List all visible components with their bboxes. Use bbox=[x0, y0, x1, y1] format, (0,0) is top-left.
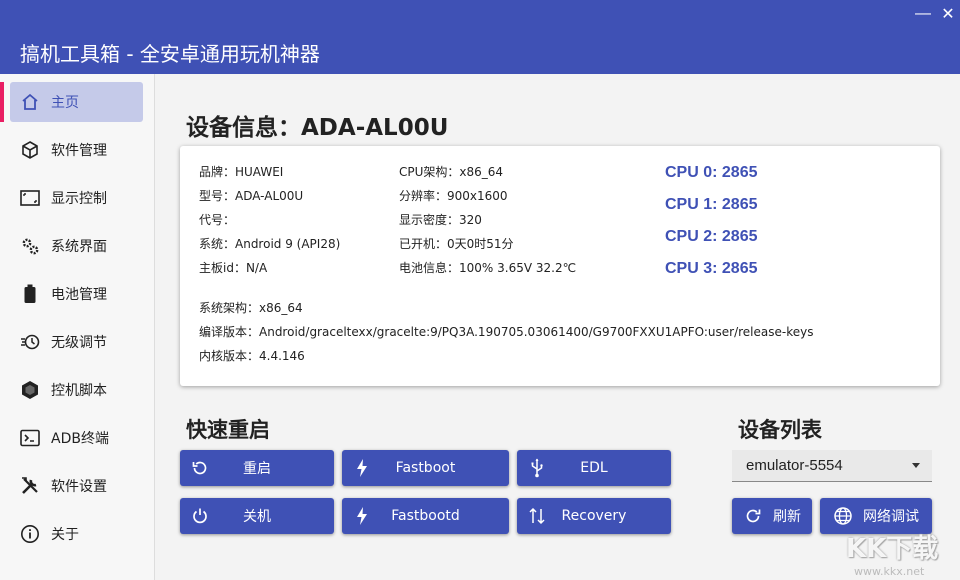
cpu-freq: CPU 3: 2865 bbox=[665, 260, 758, 277]
device-info-card: 品牌：HUAWEI 型号：ADA-AL00U 代号： 系统：Android 9 … bbox=[180, 146, 940, 386]
title-bar: 搞机工具箱 - 全安卓通用玩机神器 — ✕ bbox=[0, 0, 960, 74]
sidebar-item-home[interactable]: 主页 bbox=[10, 82, 143, 122]
info-board-id: 主板id：N/A bbox=[199, 261, 268, 275]
refresh-icon bbox=[743, 506, 763, 526]
info-cpu-arch: CPU架构：x86_64 bbox=[399, 165, 504, 179]
cpu-freq: CPU 0: 2865 bbox=[665, 164, 758, 181]
close-button[interactable]: ✕ bbox=[937, 4, 959, 24]
sidebar-item-label: 显示控制 bbox=[51, 191, 107, 207]
sidebar-item-adb[interactable]: ADB终端 bbox=[10, 418, 143, 458]
sidebar-item-script[interactable]: 控机脚本 bbox=[10, 370, 143, 410]
info-brand: 品牌：HUAWEI bbox=[199, 165, 284, 179]
info-battery: 电池信息：100% 3.65V 32.2℃ bbox=[399, 261, 577, 275]
recovery-button[interactable]: Recovery bbox=[517, 498, 671, 534]
edl-label: EDL bbox=[580, 460, 608, 476]
shutdown-button[interactable]: 关机 bbox=[180, 498, 334, 534]
info-system-arch: 系统架构：x86_64 bbox=[199, 301, 303, 315]
fastboot-button[interactable]: Fastboot bbox=[342, 450, 509, 486]
fastbootd-label: Fastbootd bbox=[391, 508, 460, 524]
sidebar-item-label: 电池管理 bbox=[51, 287, 107, 303]
info-density: 显示密度：320 bbox=[399, 213, 482, 227]
minimize-button[interactable]: — bbox=[912, 4, 934, 24]
home-icon bbox=[19, 91, 41, 113]
sidebar-item-battery[interactable]: 电池管理 bbox=[10, 274, 143, 314]
timer-icon bbox=[19, 331, 41, 353]
gears-icon bbox=[19, 235, 41, 257]
sidebar-item-label: 主页 bbox=[51, 95, 79, 111]
info-icon bbox=[19, 523, 41, 545]
refresh-label: 刷新 bbox=[773, 509, 801, 525]
watermark-logo: KK下载 bbox=[846, 534, 939, 564]
battery-icon bbox=[19, 283, 41, 305]
sidebar-item-label: ADB终端 bbox=[51, 431, 109, 447]
screen-icon bbox=[19, 187, 41, 209]
info-codename: 代号： bbox=[199, 213, 236, 227]
device-info-heading: 设备信息：ADA-AL00U bbox=[186, 115, 449, 141]
refresh-button[interactable]: 刷新 bbox=[732, 498, 812, 534]
sidebar-item-label: 关于 bbox=[51, 527, 79, 543]
sidebar: 主页 软件管理 显示控制 系统界面 电池管理 无级调节 控机脚本 ADB终端 软… bbox=[0, 74, 155, 580]
device-list-heading: 设备列表 bbox=[738, 418, 822, 442]
sidebar-item-settings[interactable]: 软件设置 bbox=[10, 466, 143, 506]
fastboot-label: Fastboot bbox=[395, 460, 456, 476]
main-content: 设备信息：ADA-AL00U 品牌：HUAWEI 型号：ADA-AL00U 代号… bbox=[155, 74, 960, 580]
sidebar-item-label: 控机脚本 bbox=[51, 383, 107, 399]
hexagon-icon bbox=[19, 379, 41, 401]
network-debug-label: 网络调试 bbox=[863, 509, 919, 525]
shutdown-label: 关机 bbox=[243, 509, 271, 525]
sidebar-item-software[interactable]: 软件管理 bbox=[10, 130, 143, 170]
reboot-button[interactable]: 重启 bbox=[180, 450, 334, 486]
info-system: 系统：Android 9 (API28) bbox=[199, 237, 341, 251]
info-build-version: 编译版本：Android/graceltexx/gracelte:9/PQ3A.… bbox=[199, 325, 814, 339]
lightning-icon bbox=[352, 458, 372, 478]
sidebar-item-system-ui[interactable]: 系统界面 bbox=[10, 226, 143, 266]
globe-icon bbox=[833, 506, 853, 526]
info-model: 型号：ADA-AL00U bbox=[199, 189, 304, 203]
info-kernel-version: 内核版本：4.4.146 bbox=[199, 349, 305, 363]
restart-icon bbox=[190, 458, 210, 478]
info-uptime: 已开机：0天0时51分 bbox=[399, 237, 514, 251]
quick-reboot-heading: 快速重启 bbox=[186, 418, 270, 442]
cpu-freq: CPU 2: 2865 bbox=[665, 228, 758, 245]
watermark: KK下载 www.kkx.net bbox=[838, 528, 956, 578]
sidebar-item-label: 软件管理 bbox=[51, 143, 107, 159]
terminal-icon bbox=[19, 427, 41, 449]
chevron-down-icon bbox=[912, 463, 920, 468]
sidebar-item-stepless[interactable]: 无级调节 bbox=[10, 322, 143, 362]
sidebar-item-about[interactable]: 关于 bbox=[10, 514, 143, 554]
lightning-icon bbox=[352, 506, 372, 526]
sidebar-item-label: 软件设置 bbox=[51, 479, 107, 495]
box-icon bbox=[19, 139, 41, 161]
device-select-value: emulator-5554 bbox=[746, 457, 843, 474]
sidebar-item-display[interactable]: 显示控制 bbox=[10, 178, 143, 218]
info-resolution: 分辨率：900x1600 bbox=[399, 189, 508, 203]
swap-vertical-icon bbox=[527, 506, 547, 526]
recovery-label: Recovery bbox=[561, 508, 627, 524]
usb-icon bbox=[527, 458, 547, 478]
edl-button[interactable]: EDL bbox=[517, 450, 671, 486]
device-select[interactable]: emulator-5554 bbox=[732, 450, 932, 482]
tools-icon bbox=[19, 475, 41, 497]
sidebar-item-label: 无级调节 bbox=[51, 335, 107, 351]
cpu-freq: CPU 1: 2865 bbox=[665, 196, 758, 213]
watermark-url: www.kkx.net bbox=[854, 565, 925, 578]
active-indicator bbox=[0, 82, 4, 122]
window-title: 搞机工具箱 - 全安卓通用玩机神器 bbox=[20, 42, 320, 66]
reboot-label: 重启 bbox=[243, 461, 271, 477]
sidebar-item-label: 系统界面 bbox=[51, 239, 107, 255]
power-icon bbox=[190, 506, 210, 526]
fastbootd-button[interactable]: Fastbootd bbox=[342, 498, 509, 534]
